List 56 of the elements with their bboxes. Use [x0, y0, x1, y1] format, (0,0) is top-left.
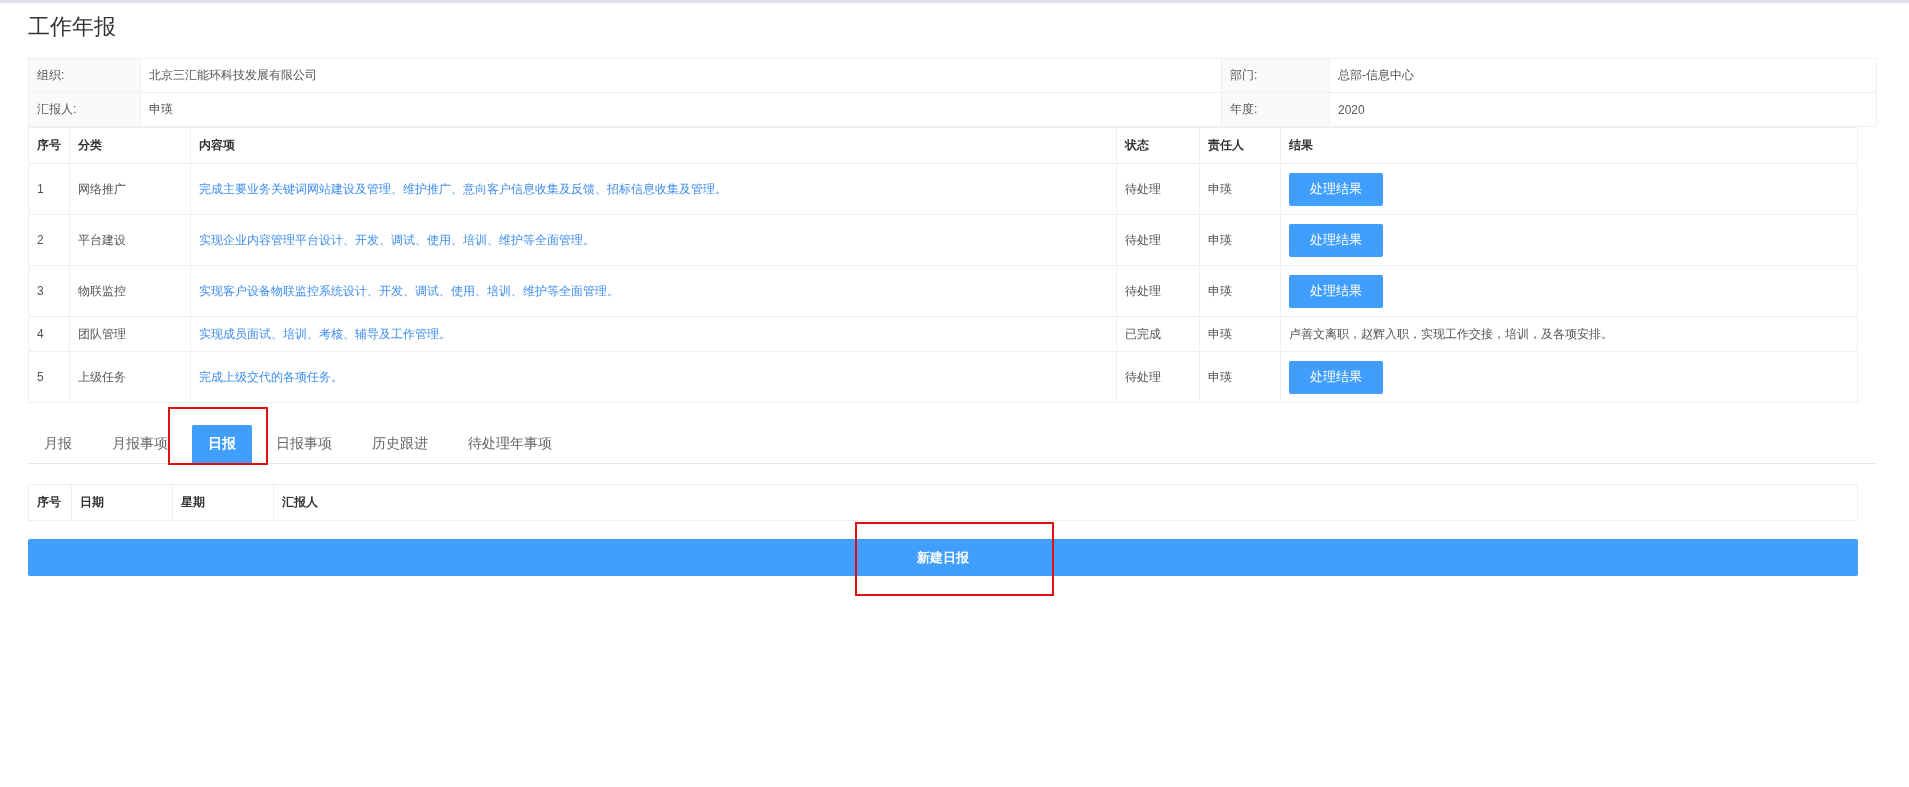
field-label: 部门:	[1221, 58, 1330, 93]
tab[interactable]: 月报事项	[96, 425, 184, 463]
table-cell: 申瑛	[1199, 351, 1281, 403]
tab[interactable]: 月报	[28, 425, 88, 463]
result-button[interactable]: 处理结果	[1289, 223, 1383, 257]
result-button[interactable]: 处理结果	[1289, 274, 1383, 308]
column-header: 汇报人	[273, 484, 1858, 521]
tab[interactable]: 日报事项	[260, 425, 348, 463]
table-cell: 卢善文离职，赵辉入职，实现工作交接，培训，及各项安排。	[1280, 316, 1858, 352]
content-link[interactable]: 实现成员面试、培训、考核、辅导及工作管理。	[199, 326, 451, 341]
content-link[interactable]: 实现企业内容管理平台设计、开发、调试、使用、培训、维护等全面管理。	[199, 232, 595, 247]
table-cell: 1	[28, 163, 70, 215]
column-header: 责任人	[1199, 127, 1281, 164]
column-header: 星期	[172, 484, 274, 521]
tab[interactable]: 待处理年事项	[452, 425, 568, 463]
table-cell: 物联监控	[69, 265, 191, 317]
field-value: 北京三汇能环科技发展有限公司	[140, 58, 1222, 93]
content-link[interactable]: 实现客户设备物联监控系统设计、开发、调试、使用、培训、维护等全面管理。	[199, 283, 619, 298]
field-label: 年度:	[1221, 92, 1330, 127]
column-header: 序号	[28, 127, 70, 164]
content-link[interactable]: 完成上级交代的各项任务。	[199, 369, 343, 384]
table-cell: 申瑛	[1199, 214, 1281, 266]
column-header: 内容项	[190, 127, 1117, 164]
field-value: 总部-信息中心	[1329, 58, 1877, 93]
result-button[interactable]: 处理结果	[1289, 360, 1383, 394]
page-title: 工作年报	[28, 13, 117, 41]
tab[interactable]: 历史跟进	[356, 425, 444, 463]
table-cell: 团队管理	[69, 316, 191, 352]
result-button[interactable]: 处理结果	[1289, 172, 1383, 206]
table-cell: 2	[28, 214, 70, 266]
table-cell: 待处理	[1116, 163, 1200, 215]
column-header: 日期	[71, 484, 173, 521]
table-cell: 上级任务	[69, 351, 191, 403]
table-cell: 已完成	[1116, 316, 1200, 352]
table-cell: 5	[28, 351, 70, 403]
table-cell: 网络推广	[69, 163, 191, 215]
content-link[interactable]: 完成主要业务关键词网站建设及管理、维护推广、意向客户信息收集及反馈、招标信息收集及管理。	[199, 181, 727, 196]
table-cell: 平台建设	[69, 214, 191, 266]
tab[interactable]: 日报	[192, 425, 252, 463]
column-header: 分类	[69, 127, 191, 164]
table-cell: 待处理	[1116, 214, 1200, 266]
table-cell: 申瑛	[1199, 163, 1281, 215]
field-value: 申瑛	[140, 92, 1222, 127]
field-label: 汇报人:	[28, 92, 141, 127]
table-cell: 申瑛	[1199, 316, 1281, 352]
table-cell: 3	[28, 265, 70, 317]
column-header: 状态	[1116, 127, 1200, 164]
column-header: 结果	[1280, 127, 1858, 164]
table-cell: 4	[28, 316, 70, 352]
table-cell: 待处理	[1116, 351, 1200, 403]
column-header: 序号	[28, 484, 72, 521]
table-cell: 待处理	[1116, 265, 1200, 317]
field-value: 2020	[1329, 92, 1877, 127]
table-cell: 申瑛	[1199, 265, 1281, 317]
field-label: 组织:	[28, 58, 141, 93]
new-daily-report-button[interactable]: 新建日报	[28, 539, 1858, 576]
